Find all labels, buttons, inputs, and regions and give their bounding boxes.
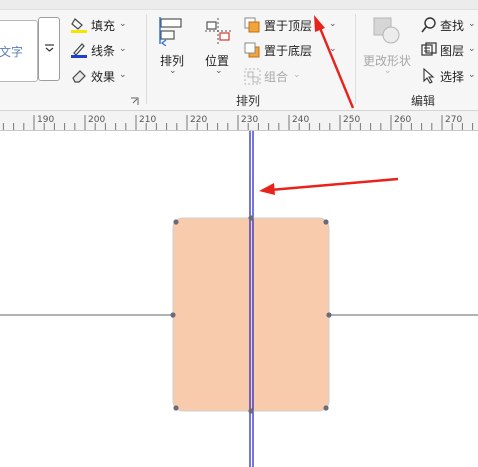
ruler-label: 200 <box>88 115 105 125</box>
resize-handle[interactable] <box>323 219 329 225</box>
find-button[interactable]: 查找 ⌄ <box>420 16 478 36</box>
select-label: 选择 <box>440 70 465 84</box>
search-icon <box>421 17 436 33</box>
arrange-chevron-down-icon: ⌄ <box>169 66 177 76</box>
group-label: 组合 <box>264 70 289 84</box>
textbox-style-label: 文字 <box>0 45 24 59</box>
bring-to-front-icon <box>244 17 260 33</box>
position-button[interactable]: 位置 ⌄ <box>200 16 238 80</box>
resize-handle[interactable] <box>323 405 329 411</box>
ribbon-toolbar: 文字 填充 ⌄ 线条 ⌄ 效果 ⌄ 排列 ⌄ 位置 ⌄ 置于顶层 ⌄ 置于底层 … <box>0 0 478 111</box>
annotation-arrow-guide <box>269 177 399 192</box>
line-button[interactable]: 线条 ⌄ <box>70 41 132 61</box>
fill-bucket-icon <box>71 18 87 33</box>
align-icon <box>159 17 182 46</box>
send-to-back-icon <box>244 42 260 58</box>
ruler-label: 220 <box>190 115 207 125</box>
resize-handle[interactable] <box>248 408 254 414</box>
group-separator <box>146 14 147 104</box>
line-color-swatch <box>71 55 87 58</box>
change-shape-icon <box>373 17 400 44</box>
layers-icon <box>421 42 437 56</box>
change-shape-chevron-down-icon: ⌄ <box>384 66 392 76</box>
position-icon <box>205 18 231 44</box>
drawing-canvas[interactable] <box>0 131 478 467</box>
ruler-label: 260 <box>394 115 411 125</box>
style-gallery-dropdown[interactable] <box>38 17 60 81</box>
ruler-label: 240 <box>292 115 309 125</box>
fill-color-swatch <box>71 30 87 33</box>
ribbon-top-strip <box>0 0 478 10</box>
annotation-arrowhead-guide <box>259 183 275 195</box>
gallery-expand-icon <box>45 44 54 52</box>
layers-label: 图层 <box>440 44 465 58</box>
line-chevron-down-icon: ⌄ <box>119 44 127 54</box>
annotation-arrow-overlay <box>314 15 355 109</box>
group-icon <box>244 68 261 85</box>
horizontal-ruler: 190 200 210 220 230 240 250 260 270 <box>0 111 478 131</box>
arrange-group-title: 排列 <box>236 94 261 108</box>
arrange-button[interactable]: 排列 ⌄ <box>154 16 192 80</box>
rounded-rectangle-shape[interactable] <box>172 217 330 412</box>
resize-handle[interactable] <box>248 215 254 221</box>
ruler-ticks: 190 200 210 220 230 240 250 260 270 <box>2 115 474 130</box>
cursor-arrow-icon <box>423 68 435 84</box>
fill-button[interactable]: 填充 ⌄ <box>70 16 132 36</box>
shape-style-dialog-launcher-icon[interactable] <box>130 97 139 106</box>
resize-handle[interactable] <box>173 405 179 411</box>
layers-chevron-down-icon: ⌄ <box>468 44 476 54</box>
eraser-icon <box>72 70 86 83</box>
effect-label: 效果 <box>91 70 116 84</box>
select-button[interactable]: 选择 ⌄ <box>420 67 478 87</box>
resize-handle[interactable] <box>326 312 332 318</box>
ruler-label: 250 <box>343 115 360 125</box>
annotation-arrow-bring-front <box>318 27 355 109</box>
fill-chevron-down-icon: ⌄ <box>119 19 127 29</box>
ruler-label: 190 <box>37 115 54 125</box>
annotation-arrowhead-bring-front <box>314 15 325 32</box>
line-label: 线条 <box>91 44 116 58</box>
find-chevron-down-icon: ⌄ <box>468 19 476 29</box>
layers-button[interactable]: 图层 ⌄ <box>420 41 478 61</box>
find-label: 查找 <box>440 19 465 33</box>
edit-group-title: 编辑 <box>411 94 436 108</box>
effect-button[interactable]: 效果 ⌄ <box>70 67 132 87</box>
resize-handle[interactable] <box>173 219 179 225</box>
ruler-label: 230 <box>241 115 258 125</box>
ruler-label: 270 <box>445 115 462 125</box>
fill-label: 填充 <box>91 19 116 33</box>
position-chevron-down-icon: ⌄ <box>215 66 223 76</box>
pencil-icon <box>71 43 87 58</box>
resize-handle[interactable] <box>170 312 176 318</box>
select-chevron-down-icon: ⌄ <box>468 70 476 80</box>
canvas-drawing <box>0 131 478 467</box>
ruler-label: 210 <box>139 115 156 125</box>
effect-chevron-down-icon: ⌄ <box>119 70 127 80</box>
textbox-style-preview[interactable]: 文字 <box>0 20 38 82</box>
